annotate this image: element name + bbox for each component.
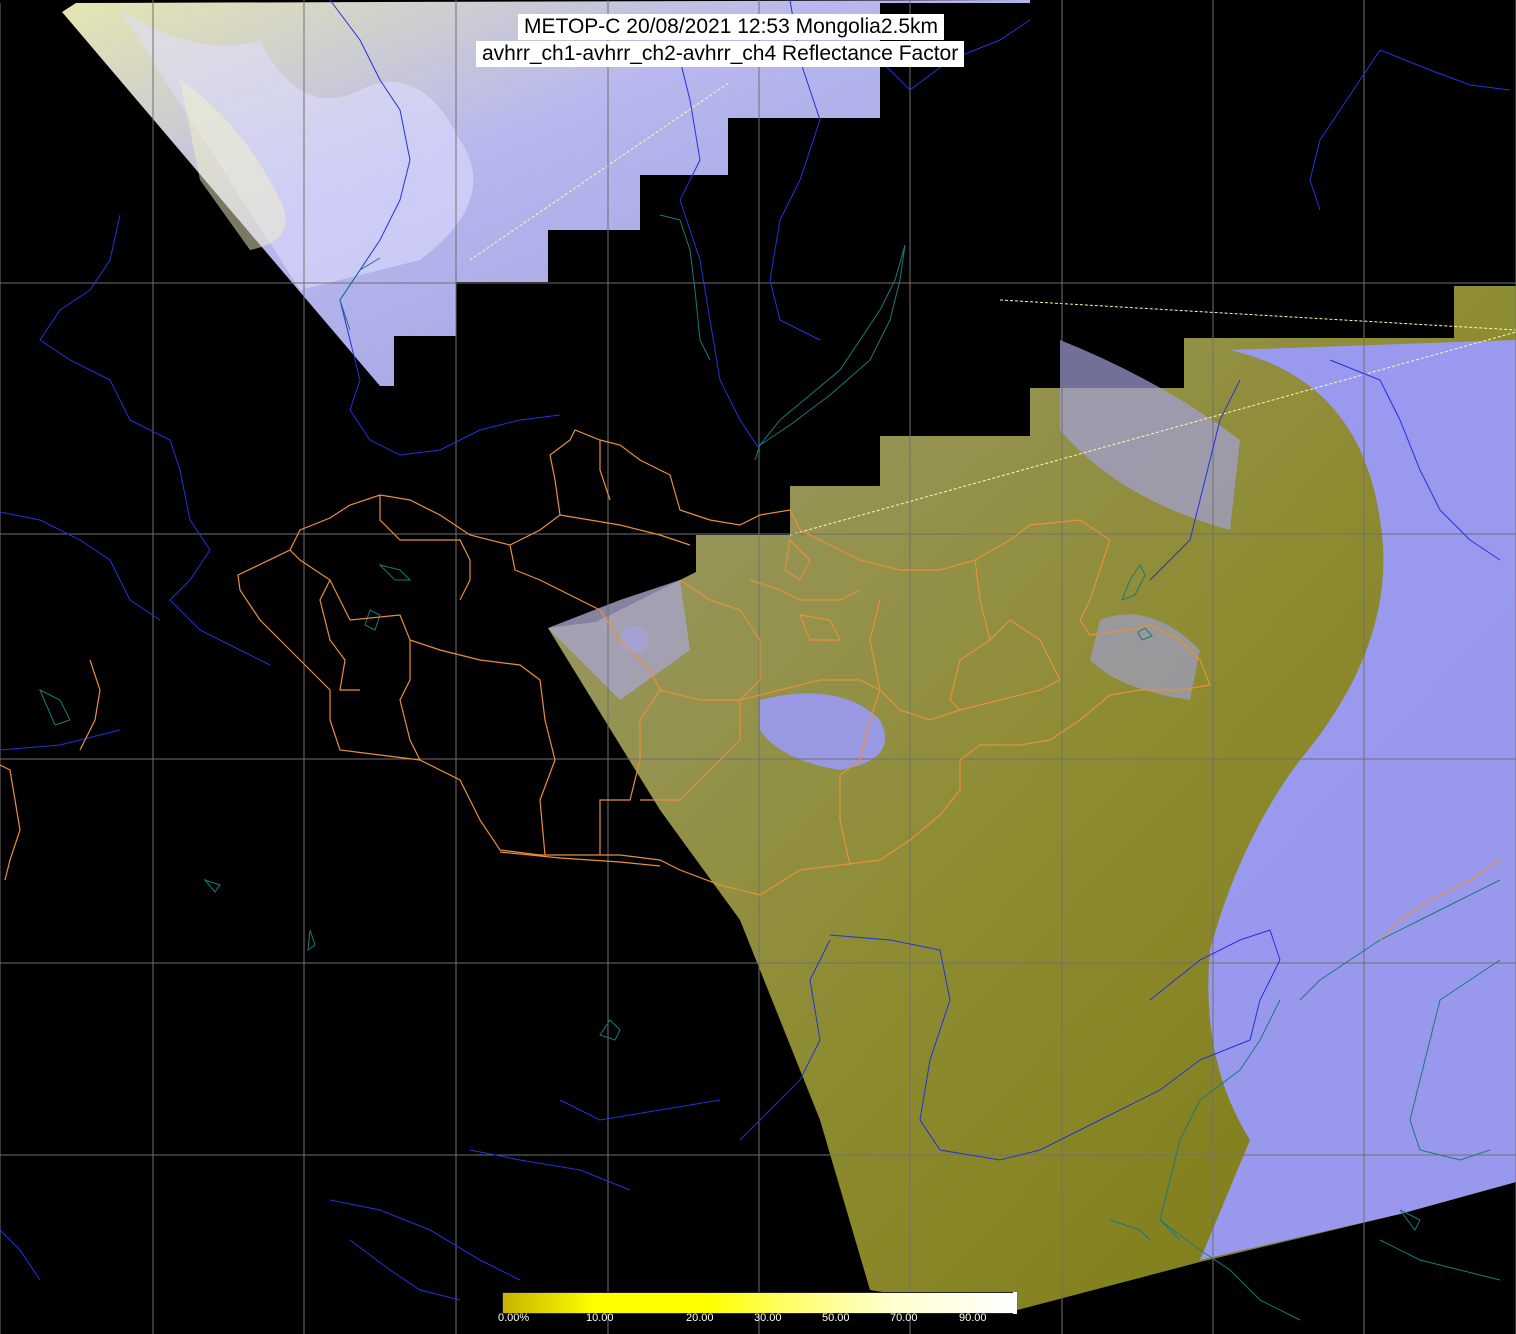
satellite-map (0, 0, 1516, 1334)
colorbar-label-30: 30.00 (754, 1312, 782, 1324)
colorbar-label-70: 70.00 (890, 1312, 918, 1324)
colorbar-label-0: 0.00% (498, 1312, 530, 1324)
colorbar-label-50: 50.00 (822, 1312, 850, 1324)
colorbar-label-20: 20.00 (686, 1312, 714, 1324)
map-title-line2: avhrr_ch1-avhrr_ch2-avhrr_ch4 Reflectanc… (476, 41, 965, 67)
colorbar-legend: 0.00% 10.00 20.00 30.00 50.00 70.00 90.0… (498, 1292, 1017, 1334)
map-title-line1: METOP-C 20/08/2021 12:53 Mongolia2.5km (518, 14, 945, 40)
colorbar-label-90: 90.00 (959, 1312, 987, 1324)
colorbar-end-marker (1013, 1292, 1017, 1314)
colorbar-gradient (502, 1292, 1016, 1314)
colorbar-label-10: 10.00 (586, 1312, 614, 1324)
